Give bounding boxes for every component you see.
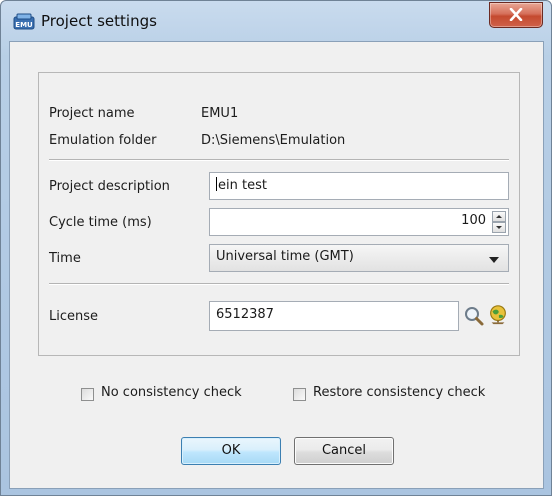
time-label: Time [49, 251, 81, 266]
dialog-body: Project name EMU1 Emulation folder D:\Si… [9, 41, 544, 489]
license-value: 6512387 [216, 307, 274, 322]
ok-button[interactable]: OK [181, 437, 281, 465]
separator [49, 159, 509, 161]
cycle-time-spinner [492, 211, 506, 233]
chevron-down-icon [496, 226, 502, 229]
restore-consistency-check-checkbox[interactable] [293, 388, 306, 401]
emulation-folder-label: Emulation folder [49, 133, 157, 148]
project-name-value: EMU1 [201, 106, 239, 121]
dialog-window: EMU Project settings Project name EMU1 E… [0, 0, 552, 496]
no-consistency-check-checkbox[interactable] [81, 388, 94, 401]
separator [49, 283, 509, 285]
cycle-time-label: Cycle time (ms) [49, 215, 152, 230]
project-description-input[interactable]: ein test [209, 172, 509, 200]
search-icon[interactable] [463, 305, 485, 327]
spin-up-button[interactable] [492, 211, 506, 222]
time-selected-value: Universal time (GMT) [216, 249, 354, 264]
dropdown-arrow-icon [489, 257, 499, 263]
close-button[interactable] [489, 2, 543, 28]
title-bar[interactable]: EMU Project settings [1, 1, 551, 41]
spin-down-button[interactable] [492, 222, 506, 233]
project-description-value: ein test [218, 178, 267, 193]
text-caret [216, 177, 217, 191]
no-consistency-check-label[interactable]: No consistency check [101, 385, 242, 400]
license-input[interactable]: 6512387 [209, 301, 459, 331]
settings-group: Project name EMU1 Emulation folder D:\Si… [38, 72, 520, 356]
cycle-time-value: 100 [461, 213, 486, 228]
chevron-up-icon [496, 215, 502, 218]
time-dropdown[interactable]: Universal time (GMT) [209, 244, 509, 272]
cycle-time-input[interactable]: 100 [209, 208, 509, 236]
project-description-label: Project description [49, 179, 170, 194]
globe-icon[interactable] [487, 304, 509, 326]
window-title: Project settings [41, 12, 157, 30]
restore-consistency-check-label[interactable]: Restore consistency check [313, 385, 485, 400]
cancel-button[interactable]: Cancel [294, 437, 394, 465]
emu-app-icon: EMU [13, 13, 35, 30]
project-name-label: Project name [49, 106, 135, 121]
emulation-folder-value: D:\Siemens\Emulation [201, 133, 346, 148]
svg-text:EMU: EMU [15, 21, 33, 29]
license-label: License [49, 309, 99, 324]
close-icon [509, 8, 523, 21]
